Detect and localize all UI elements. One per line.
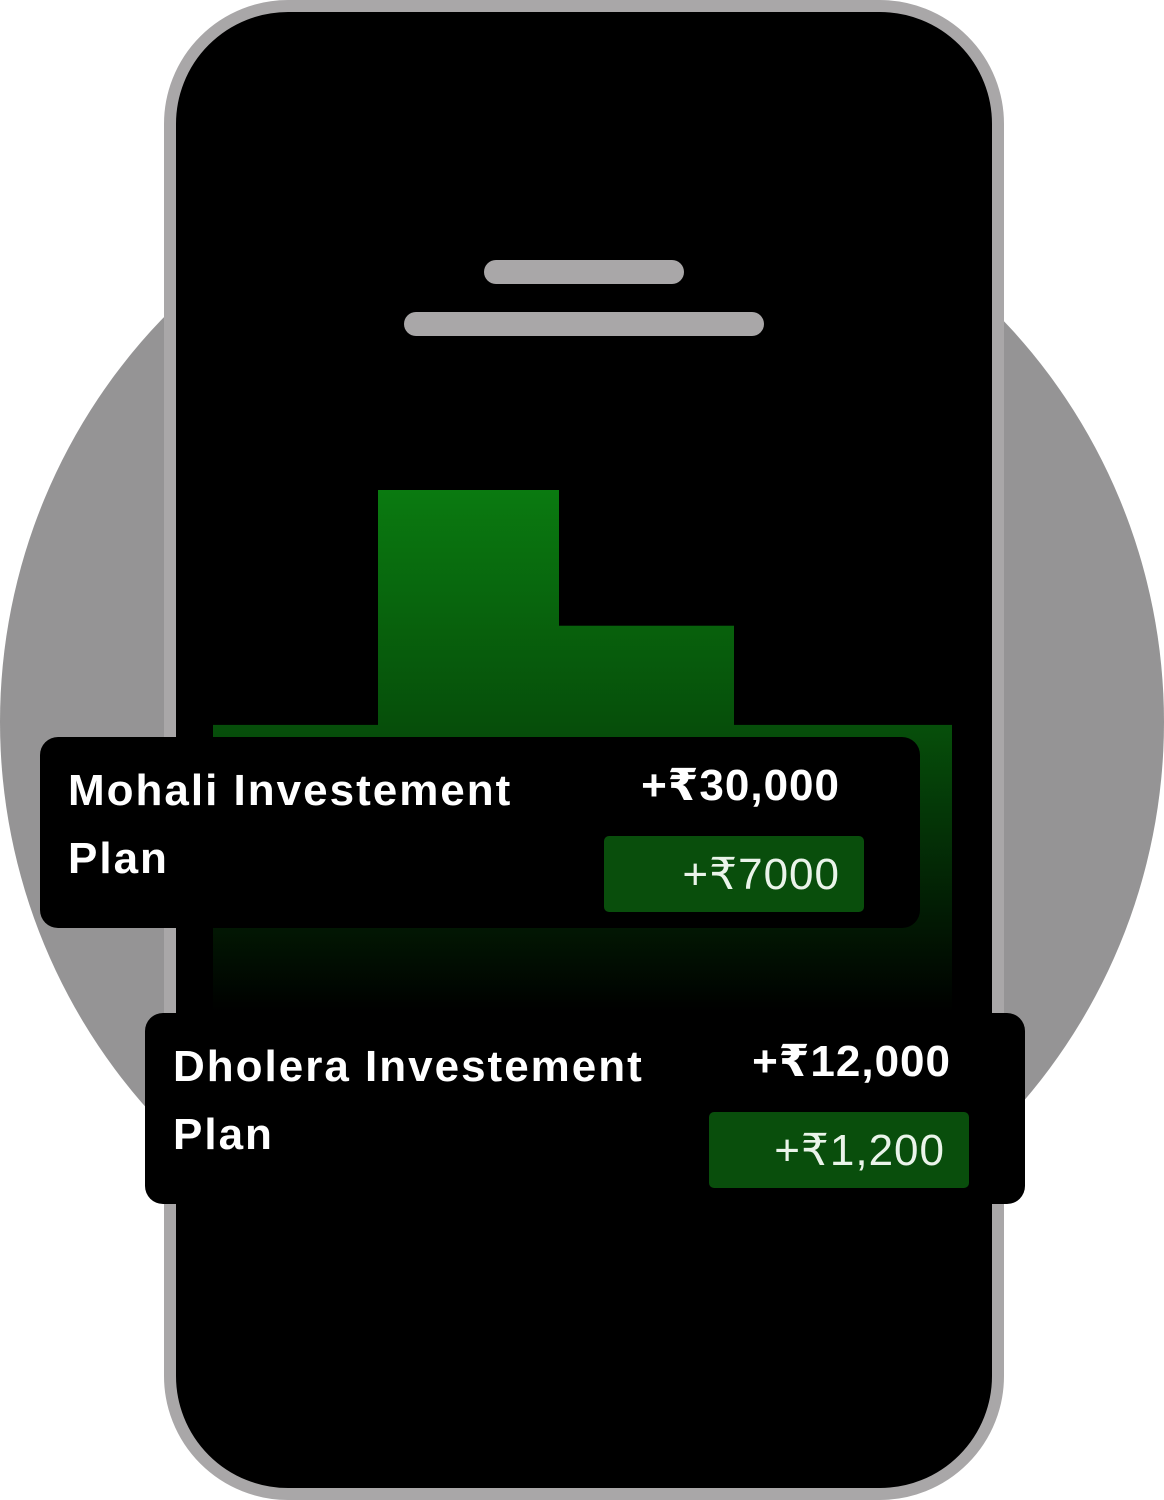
placeholder-line-short (484, 260, 684, 284)
plan-amount: +₹30,000 (641, 761, 840, 810)
investment-card-dholera[interactable]: Dholera Investement Plan +₹12,000 +₹1,20… (145, 1013, 1025, 1204)
gain-badge: +₹7000 (604, 836, 864, 912)
plan-title: Dholera Investement Plan (173, 1042, 644, 1159)
plan-title: Mohali Investement Plan (68, 766, 513, 883)
placeholder-line-long (404, 312, 764, 336)
plan-amount: +₹12,000 (752, 1037, 951, 1086)
gain-badge: +₹1,200 (709, 1112, 969, 1188)
investment-card-mohali[interactable]: Mohali Investement Plan +₹30,000 +₹7000 (40, 737, 920, 928)
